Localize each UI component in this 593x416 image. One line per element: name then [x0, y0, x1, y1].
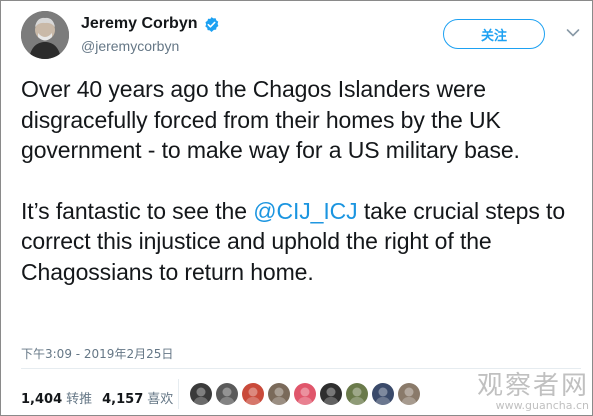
retweets-count: 1,404 [21, 392, 63, 407]
tweet-text: Over 40 years ago the Chagos Islanders w… [21, 74, 581, 287]
liker-avatar[interactable] [216, 383, 238, 405]
watermark-text: 观察者网 [476, 371, 589, 401]
likes-stat[interactable]: 4,157 喜欢 [102, 388, 173, 407]
tweet-paragraph-2: It’s fantastic to see the @CIJ_ICJ take … [21, 196, 581, 288]
author-handle[interactable]: @jeremycorbyn [81, 38, 179, 54]
liker-avatar[interactable] [242, 383, 264, 405]
author-name-text[interactable]: Jeremy Corbyn [81, 15, 198, 33]
liker-avatars [190, 383, 420, 405]
liker-avatar[interactable] [268, 383, 290, 405]
retweets-stat[interactable]: 1,404 转推 [21, 388, 92, 407]
likes-label: 喜欢 [147, 392, 174, 407]
likes-count: 4,157 [102, 392, 144, 407]
avatar-image [21, 11, 69, 59]
liker-avatar[interactable] [372, 383, 394, 405]
liker-avatar[interactable] [346, 383, 368, 405]
watermark: 观察者网 www.guancha.cn [477, 372, 589, 412]
author-name[interactable]: Jeremy Corbyn [81, 15, 220, 33]
mention-link[interactable]: @CIJ_ICJ [253, 198, 357, 224]
tweet-stats: 1,404 转推 4,157 喜欢 [21, 388, 173, 407]
chevron-down-icon[interactable] [566, 28, 580, 38]
divider [178, 379, 179, 409]
divider [21, 368, 581, 369]
liker-avatar[interactable] [398, 383, 420, 405]
tweet-paragraph-1: Over 40 years ago the Chagos Islanders w… [21, 76, 520, 163]
watermark-url: www.guancha.cn [495, 399, 589, 412]
follow-button[interactable]: 关注 [443, 19, 545, 49]
tweet-text-segment: It’s fantastic to see the [21, 197, 254, 224]
tweet-timestamp[interactable]: 下午3:09 - 2019年2月25日 [21, 345, 173, 362]
retweets-label: 转推 [66, 392, 93, 407]
author-avatar[interactable] [21, 11, 69, 59]
liker-avatar[interactable] [320, 383, 342, 405]
liker-avatar[interactable] [294, 383, 316, 405]
verified-badge-icon [203, 16, 220, 33]
liker-avatar[interactable] [190, 383, 212, 405]
